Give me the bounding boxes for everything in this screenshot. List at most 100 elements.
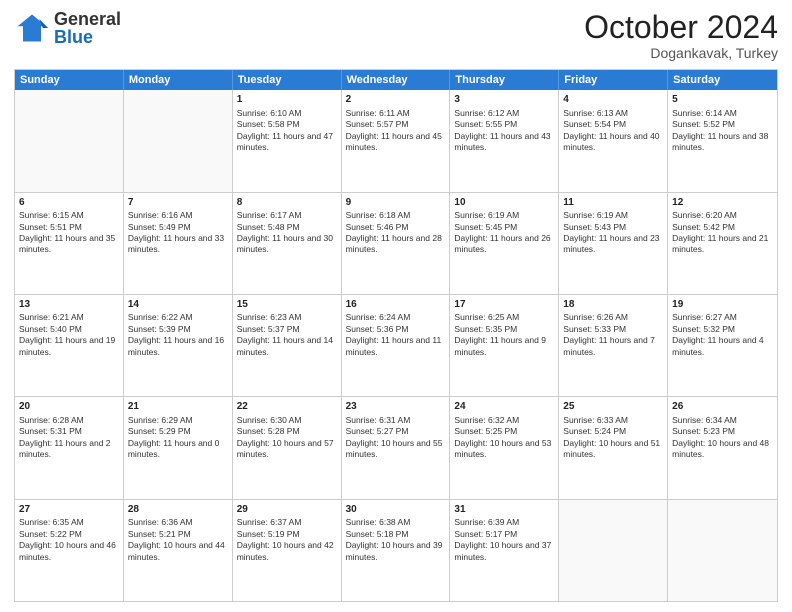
page: General Blue October 2024 Dogankavak, Tu… — [0, 0, 792, 612]
sunrise-text: Sunrise: 6:28 AM — [19, 415, 84, 425]
sunrise-text: Sunrise: 6:22 AM — [128, 312, 193, 322]
sunrise-text: Sunrise: 6:30 AM — [237, 415, 302, 425]
sunrise-text: Sunrise: 6:38 AM — [346, 517, 411, 527]
cal-cell: 9Sunrise: 6:18 AMSunset: 5:46 PMDaylight… — [342, 193, 451, 294]
cal-header-cell: Sunday — [15, 70, 124, 90]
sunrise-text: Sunrise: 6:29 AM — [128, 415, 193, 425]
cal-cell: 22Sunrise: 6:30 AMSunset: 5:28 PMDayligh… — [233, 397, 342, 498]
sunrise-text: Sunrise: 6:17 AM — [237, 210, 302, 220]
daylight-text: Daylight: 11 hours and 7 minutes. — [563, 335, 655, 356]
day-number: 4 — [563, 93, 663, 107]
cal-row: 20Sunrise: 6:28 AMSunset: 5:31 PM Dayligh… — [15, 396, 777, 498]
daylight-text: Daylight: 11 hours and 30 minutes. — [237, 233, 333, 254]
day-number: 8 — [237, 196, 337, 210]
cal-row: 13Sunrise: 6:21 AMSunset: 5:40 PMDayligh… — [15, 294, 777, 396]
cal-cell: 8Sunrise: 6:17 AMSunset: 5:48 PMDaylight… — [233, 193, 342, 294]
logo-icon — [14, 10, 50, 46]
month-title: October 2024 — [584, 10, 778, 45]
daylight-text: Daylight: 11 hours and 43 minutes. — [454, 131, 550, 152]
sunset-text: Sunset: 5:39 PM — [128, 324, 191, 334]
day-number: 6 — [19, 196, 119, 210]
calendar-header: SundayMondayTuesdayWednesdayThursdayFrid… — [15, 70, 777, 90]
daylight-text: Daylight: 11 hours and 33 minutes. — [128, 233, 224, 254]
daylight-text: Daylight: 11 hours and 11 minutes. — [346, 335, 442, 356]
sunrise-text: Sunrise: 6:20 AM — [672, 210, 737, 220]
title-block: October 2024 Dogankavak, Turkey — [584, 10, 778, 61]
sunset-text: Sunset: 5:36 PM — [346, 324, 409, 334]
logo-blue: Blue — [54, 28, 121, 46]
day-number: 7 — [128, 196, 228, 210]
cal-cell: 10Sunrise: 6:19 AMSunset: 5:45 PMDayligh… — [450, 193, 559, 294]
daylight-text: Daylight: 11 hours and 40 minutes. — [563, 131, 659, 152]
daylight-text: Daylight: 10 hours and 46 minutes. — [19, 540, 116, 561]
daylight-text: Daylight: 11 hours and 38 minutes. — [672, 131, 768, 152]
day-number: 3 — [454, 93, 554, 107]
sunrise-text: Sunrise: 6:25 AM — [454, 312, 519, 322]
sunrise-text: Sunrise: 6:32 AM — [454, 415, 519, 425]
sunset-text: Sunset: 5:54 PM — [563, 119, 626, 129]
subtitle: Dogankavak, Turkey — [584, 45, 778, 61]
sunrise-text: Sunrise: 6:13 AM — [563, 108, 628, 118]
daylight-text: Daylight: 11 hours and 21 minutes. — [672, 233, 768, 254]
sunset-text: Sunset: 5:29 PM — [128, 426, 191, 436]
daylight-text: Daylight: 10 hours and 39 minutes. — [346, 540, 443, 561]
cal-cell: 4Sunrise: 6:13 AMSunset: 5:54 PM Daylight… — [559, 90, 668, 191]
sunset-text: Sunset: 5:43 PM — [563, 222, 626, 232]
cal-cell: 23Sunrise: 6:31 AMSunset: 5:27 PMDayligh… — [342, 397, 451, 498]
daylight-text: Daylight: 11 hours and 35 minutes. — [19, 233, 115, 254]
sunset-text: Sunset: 5:51 PM — [19, 222, 82, 232]
daylight-text: Daylight: 11 hours and 28 minutes. — [346, 233, 442, 254]
cal-cell: 14Sunrise: 6:22 AMSunset: 5:39 PMDayligh… — [124, 295, 233, 396]
cal-cell: 27Sunrise: 6:35 AMSunset: 5:22 PMDayligh… — [15, 500, 124, 601]
day-number: 20 — [19, 400, 119, 414]
cal-cell: 25Sunrise: 6:33 AMSunset: 5:24 PMDayligh… — [559, 397, 668, 498]
cal-row: 1Sunrise: 6:10 AMSunset: 5:58 PMDaylight… — [15, 90, 777, 191]
daylight-text: Daylight: 10 hours and 44 minutes. — [128, 540, 225, 561]
sunset-text: Sunset: 5:58 PM — [237, 119, 300, 129]
sunset-text: Sunset: 5:31 PM — [19, 426, 82, 436]
daylight-text: Daylight: 11 hours and 0 minutes. — [128, 438, 220, 459]
sunrise-text: Sunrise: 6:15 AM — [19, 210, 84, 220]
cal-cell: 17Sunrise: 6:25 AMSunset: 5:35 PMDayligh… — [450, 295, 559, 396]
daylight-text: Daylight: 11 hours and 19 minutes. — [19, 335, 115, 356]
day-number: 25 — [563, 400, 663, 414]
sunset-text: Sunset: 5:37 PM — [237, 324, 300, 334]
daylight-text: Daylight: 10 hours and 48 minutes. — [672, 438, 769, 459]
sunset-text: Sunset: 5:18 PM — [346, 529, 409, 539]
sunset-text: Sunset: 5:17 PM — [454, 529, 517, 539]
day-number: 31 — [454, 503, 554, 517]
cal-cell: 2Sunrise: 6:11 AMSunset: 5:57 PMDaylight… — [342, 90, 451, 191]
cal-cell: 13Sunrise: 6:21 AMSunset: 5:40 PMDayligh… — [15, 295, 124, 396]
cal-cell: 21Sunrise: 6:29 AMSunset: 5:29 PM Dayligh… — [124, 397, 233, 498]
cal-cell: 31Sunrise: 6:39 AMSunset: 5:17 PMDayligh… — [450, 500, 559, 601]
cal-cell: 28Sunrise: 6:36 AMSunset: 5:21 PMDayligh… — [124, 500, 233, 601]
daylight-text: Daylight: 10 hours and 42 minutes. — [237, 540, 334, 561]
cal-cell — [15, 90, 124, 191]
daylight-text: Daylight: 11 hours and 4 minutes. — [672, 335, 764, 356]
sunset-text: Sunset: 5:42 PM — [672, 222, 735, 232]
cal-header-cell: Monday — [124, 70, 233, 90]
day-number: 11 — [563, 196, 663, 210]
logo-text: General Blue — [54, 10, 121, 46]
day-number: 13 — [19, 298, 119, 312]
daylight-text: Daylight: 11 hours and 47 minutes. — [237, 131, 333, 152]
day-number: 22 — [237, 400, 337, 414]
sunrise-text: Sunrise: 6:34 AM — [672, 415, 737, 425]
cal-cell: 26Sunrise: 6:34 AMSunset: 5:23 PMDayligh… — [668, 397, 777, 498]
sunrise-text: Sunrise: 6:37 AM — [237, 517, 302, 527]
day-number: 10 — [454, 196, 554, 210]
day-number: 26 — [672, 400, 773, 414]
daylight-text: Daylight: 11 hours and 9 minutes. — [454, 335, 546, 356]
sunrise-text: Sunrise: 6:26 AM — [563, 312, 628, 322]
sunrise-text: Sunrise: 6:21 AM — [19, 312, 84, 322]
sunset-text: Sunset: 5:46 PM — [346, 222, 409, 232]
sunset-text: Sunset: 5:24 PM — [563, 426, 626, 436]
cal-cell: 24Sunrise: 6:32 AMSunset: 5:25 PMDayligh… — [450, 397, 559, 498]
sunset-text: Sunset: 5:49 PM — [128, 222, 191, 232]
day-number: 9 — [346, 196, 446, 210]
cal-cell: 18Sunrise: 6:26 AMSunset: 5:33 PMDayligh… — [559, 295, 668, 396]
daylight-text: Daylight: 11 hours and 45 minutes. — [346, 131, 442, 152]
cal-row: 6Sunrise: 6:15 AMSunset: 5:51 PMDaylight… — [15, 192, 777, 294]
day-number: 21 — [128, 400, 228, 414]
sunset-text: Sunset: 5:35 PM — [454, 324, 517, 334]
